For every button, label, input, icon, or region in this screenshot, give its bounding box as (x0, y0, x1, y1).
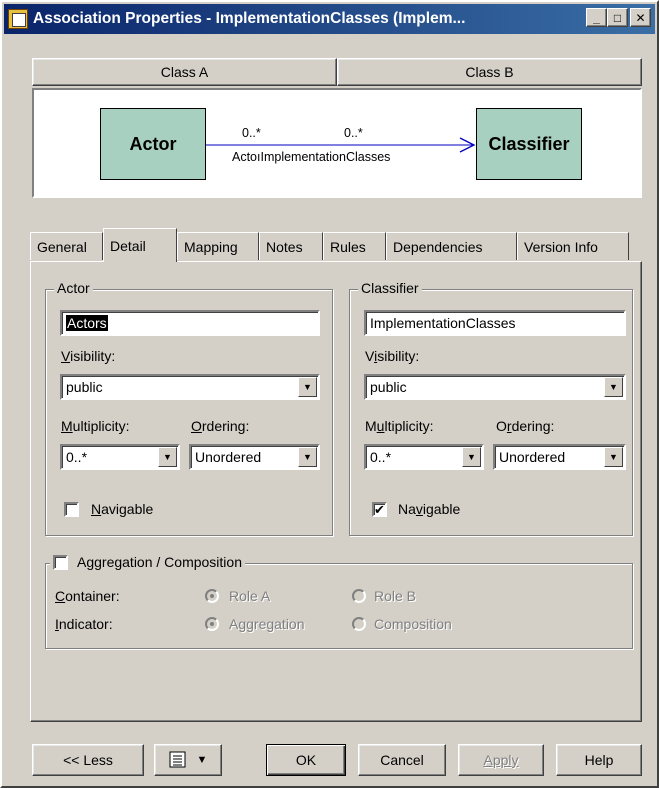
title-bar[interactable]: Association Properties - ImplementationC… (4, 4, 655, 34)
actor-role-name-input[interactable]: Actors (60, 310, 320, 336)
classifier-visibility-select[interactable]: public ▼ (364, 374, 626, 400)
tab-general[interactable]: General (30, 232, 103, 260)
checkmark-icon: ✔ (374, 502, 385, 517)
aggregation-label: Aggregation (229, 616, 305, 632)
properties-dialog: Association Properties - ImplementationC… (0, 0, 659, 788)
chevron-down-icon[interactable]: ▼ (298, 377, 317, 397)
association-diagram: Actor Classifier 0..* 0..* ActoıImplemen… (32, 88, 642, 198)
classifier-group: Classifier ImplementationClasses Visibil… (349, 280, 633, 536)
actor-group-legend: Actor (54, 280, 93, 296)
actor-visibility-label: Visibility: (61, 348, 116, 364)
classifier-visibility-value: public (370, 379, 407, 395)
menu-dropdown-button[interactable]: ▼ (154, 744, 222, 776)
actor-role-name-value: Actors (66, 315, 108, 331)
tab-version-info[interactable]: Version Info (517, 232, 629, 260)
aggregation-checkbox[interactable] (53, 554, 68, 570)
tab-label: Version Info (524, 238, 598, 255)
tab-rules[interactable]: Rules (323, 232, 386, 260)
chevron-down-icon[interactable]: ▼ (604, 377, 623, 397)
help-button-label: Help (584, 752, 614, 768)
role-name-label: ActoıImplementationClasses (232, 150, 391, 164)
actor-ordering-select[interactable]: Unordered ▼ (189, 444, 320, 470)
class-b-button[interactable]: Class B (337, 58, 642, 86)
actor-visibility-value: public (66, 379, 103, 395)
close-button[interactable]: ✕ (630, 8, 651, 27)
tab-notes[interactable]: Notes (259, 232, 323, 260)
classifier-navigable-checkbox[interactable]: ✔ (372, 502, 387, 517)
chevron-down-icon[interactable]: ▼ (158, 447, 177, 467)
classifier-multiplicity-value: 0..* (370, 449, 392, 465)
apply-button[interactable]: Apply (458, 744, 544, 776)
role-b-label: Role B (374, 588, 417, 604)
association-line (206, 137, 476, 153)
help-button[interactable]: Help (556, 744, 642, 776)
actor-group: Actor Actors Visibility: public ▼ Multip… (45, 280, 333, 536)
classifier-ordering-label: Ordering: (496, 418, 555, 434)
role-b-radio[interactable] (352, 589, 366, 603)
tab-label: Rules (330, 238, 366, 255)
tab-label: General (37, 238, 87, 255)
ok-button[interactable]: OK (266, 744, 346, 776)
minimize-button[interactable]: _ (586, 8, 607, 27)
class-b-label: Class B (465, 64, 514, 80)
dropdown-arrow-icon: ▼ (196, 754, 208, 766)
chevron-down-icon[interactable]: ▼ (298, 447, 317, 467)
classifier-role-name-input[interactable]: ImplementationClasses (364, 310, 626, 336)
aggregation-legend: Aggregation / Composition (50, 554, 245, 570)
close-icon: ✕ (635, 10, 646, 25)
aggregation-legend-label: Aggregation / Composition (77, 554, 242, 570)
actor-navigable-label: Navigable (91, 501, 154, 517)
tab-label: Notes (266, 238, 303, 255)
multiplicity-a-label: 0..* (242, 126, 261, 140)
apply-button-label: Apply (483, 752, 519, 768)
cancel-button-label: Cancel (380, 752, 424, 768)
tab-label: Detail (110, 237, 146, 254)
actor-multiplicity-label: Multiplicity: (61, 418, 130, 434)
actor-multiplicity-value: 0..* (66, 449, 88, 465)
chevron-down-icon[interactable]: ▼ (604, 447, 623, 467)
tab-label: Dependencies (393, 238, 483, 255)
role-a-radio[interactable] (205, 589, 219, 603)
detail-panel: Actor Actors Visibility: public ▼ Multip… (30, 261, 642, 722)
classifier-visibility-label: Visibility: (365, 348, 420, 364)
tab-dependencies[interactable]: Dependencies (386, 232, 517, 260)
aggregation-group: Aggregation / Composition Container: Ind… (45, 554, 633, 649)
chevron-down-icon[interactable]: ▼ (462, 447, 481, 467)
cancel-button[interactable]: Cancel (358, 744, 446, 776)
actor-visibility-select[interactable]: public ▼ (60, 374, 320, 400)
classifier-group-legend: Classifier (358, 280, 422, 296)
classifier-role-name-value: ImplementationClasses (370, 315, 516, 331)
actor-multiplicity-select[interactable]: 0..* ▼ (60, 444, 180, 470)
aggregation-radio[interactable] (205, 617, 219, 631)
less-button[interactable]: << Less (32, 744, 144, 776)
maximize-icon: □ (613, 10, 622, 25)
classifier-navigable-label: Navigable (398, 501, 461, 517)
multiplicity-b-label: 0..* (344, 126, 363, 140)
classifier-multiplicity-label: Multiplicity: (365, 418, 434, 434)
composition-label: Composition (374, 616, 452, 632)
indicator-label: Indicator: (55, 616, 113, 632)
composition-radio[interactable] (352, 617, 366, 631)
actor-ordering-value: Unordered (195, 449, 262, 465)
tab-detail[interactable]: Detail (103, 228, 177, 262)
container-label: Container: (55, 588, 120, 604)
maximize-button[interactable]: □ (607, 8, 628, 27)
minimize-icon: _ (593, 10, 600, 25)
app-icon (8, 9, 28, 29)
classifier-ordering-value: Unordered (499, 449, 566, 465)
class-a-button[interactable]: Class A (32, 58, 337, 86)
tab-mapping[interactable]: Mapping (177, 232, 259, 260)
actor-ordering-label: Ordering: (191, 418, 250, 434)
class-a-label: Class A (160, 64, 209, 80)
tab-label: Mapping (184, 238, 238, 255)
actor-navigable-checkbox[interactable] (64, 502, 79, 517)
role-a-label: Role A (229, 588, 271, 604)
list-icon (169, 751, 186, 768)
less-button-label: << Less (63, 752, 113, 768)
classifier-multiplicity-select[interactable]: 0..* ▼ (364, 444, 484, 470)
ok-button-label: OK (295, 752, 317, 768)
classifier-ordering-select[interactable]: Unordered ▼ (493, 444, 626, 470)
window-title: Association Properties - ImplementationC… (33, 10, 466, 27)
